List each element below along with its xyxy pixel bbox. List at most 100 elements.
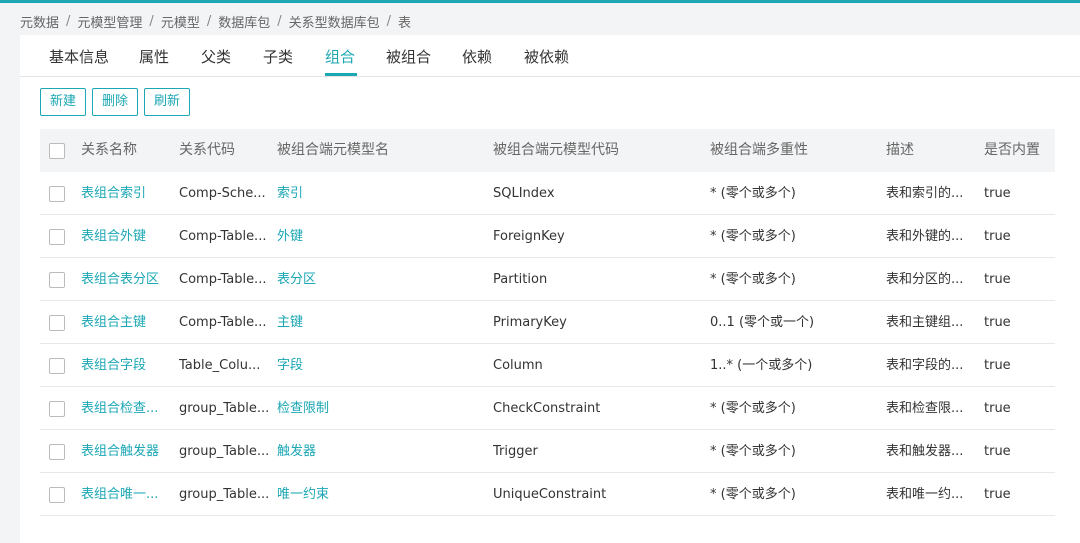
table-row[interactable]: 表组合表分区 Comp-Table... 表分区 Partition * (零个或多个)… (40, 258, 1055, 301)
header-multiplicity: 被组合端多重性 (710, 142, 808, 158)
target-model-name-link[interactable]: 触发器 (277, 430, 477, 473)
multiplicity: 1..* (一个或多个) (710, 358, 813, 373)
relation-name-link[interactable]: 表组合检查... (81, 387, 171, 430)
header-target-model-name: 被组合端元模型名 (277, 142, 389, 158)
builtin-flag: true (984, 358, 1011, 373)
header-target-model-code: 被组合端元模型代码 (493, 142, 619, 158)
description: 表和唯一约... (886, 487, 964, 502)
multiplicity: * (零个或多个) (710, 186, 796, 201)
header-relation-code: 关系代码 (179, 142, 235, 158)
delete-button[interactable]: 删除 (92, 88, 139, 116)
relation-code: group_Table... (179, 487, 269, 502)
relation-name-link[interactable]: 表组合唯一... (81, 473, 171, 516)
table-header-row: 关系名称 关系代码 被组合端元模型名 被组合端元模型代码 被组合端多重性 描述 … (40, 129, 1055, 172)
tab-dependency[interactable]: 依赖 (462, 46, 492, 67)
description: 表和索引的... (886, 186, 964, 201)
row-checkbox[interactable] (49, 444, 65, 460)
breadcrumb-separator: / (149, 13, 154, 29)
new-button[interactable]: 新建 (40, 88, 87, 116)
builtin-flag: true (984, 229, 1011, 244)
relation-name-link[interactable]: 表组合索引 (81, 172, 171, 215)
table-row[interactable]: 表组合检查... group_Table... 检查限制 CheckConstrain… (40, 387, 1055, 430)
tab-bar: 基本信息 属性 父类 子类 组合 被组合 依赖 被依赖 (20, 35, 1080, 77)
relation-name-link[interactable]: 表组合主键 (81, 301, 171, 344)
description: 表和分区的... (886, 272, 964, 287)
tab-depended-by[interactable]: 被依赖 (524, 46, 569, 67)
breadcrumb-item-rel-db-package[interactable]: 关系型数据库包 (289, 12, 380, 31)
tab-basic-info[interactable]: 基本信息 (49, 46, 109, 67)
row-checkbox[interactable] (49, 358, 65, 374)
row-checkbox[interactable] (49, 401, 65, 417)
breadcrumb-separator: / (206, 13, 212, 29)
relation-code: Comp-Table... (179, 315, 267, 330)
breadcrumb-item-metadata[interactable]: 元数据 (20, 12, 59, 31)
breadcrumb-item-metamodel-mgmt[interactable]: 元模型管理 (77, 12, 142, 31)
description: 表和主键组... (886, 315, 964, 330)
target-model-code: Trigger (493, 444, 538, 459)
target-model-name-link[interactable]: 索引 (277, 172, 477, 215)
description: 表和字段的... (886, 358, 964, 373)
target-model-name-link[interactable]: 字段 (277, 344, 477, 387)
table-row[interactable]: 表组合唯一... group_Table... 唯一约束 UniqueConstrai… (40, 473, 1055, 516)
composition-table: 关系名称 关系代码 被组合端元模型名 被组合端元模型代码 被组合端多重性 描述 … (40, 129, 1055, 516)
description: 表和触发器... (886, 444, 964, 459)
table-row[interactable]: 表组合外键 Comp-Table... 外键 ForeignKey * (零个或多个) 表… (40, 215, 1055, 258)
table-row[interactable]: 表组合触发器 group_Table... 触发器 Trigger * (零个或多个) 表… (40, 430, 1055, 473)
description: 表和外键的... (886, 229, 964, 244)
relation-code: Table_Colu... (179, 358, 261, 373)
row-checkbox[interactable] (49, 272, 65, 288)
target-model-code: Partition (493, 272, 548, 287)
builtin-flag: true (984, 315, 1011, 330)
target-model-name-link[interactable]: 主键 (277, 301, 477, 344)
breadcrumb-item-metamodel[interactable]: 元模型 (161, 12, 200, 31)
tab-composition[interactable]: 组合 (325, 46, 355, 67)
builtin-flag: true (984, 401, 1011, 416)
relation-name-link[interactable]: 表组合外键 (81, 215, 171, 258)
multiplicity: 0..1 (零个或一个) (710, 315, 815, 330)
builtin-flag: true (984, 444, 1011, 459)
table-row[interactable]: 表组合主键 Comp-Table... 主键 PrimaryKey 0..1 (零个或一… (40, 301, 1055, 344)
target-model-name-link[interactable]: 检查限制 (277, 387, 477, 430)
relation-code: Comp-Table... (179, 272, 267, 287)
toolbar: 新建 删除 刷新 (40, 88, 191, 116)
row-checkbox[interactable] (49, 186, 65, 202)
select-all-checkbox[interactable] (49, 143, 65, 159)
target-model-code: ForeignKey (493, 229, 565, 244)
row-checkbox[interactable] (49, 229, 65, 245)
target-model-name-link[interactable]: 外键 (277, 215, 477, 258)
target-model-code: SQLIndex (493, 186, 555, 201)
target-model-code: PrimaryKey (493, 315, 567, 330)
tab-parent-class[interactable]: 父类 (201, 46, 231, 67)
tab-composed-by[interactable]: 被组合 (386, 46, 431, 67)
builtin-flag: true (984, 272, 1011, 287)
multiplicity: * (零个或多个) (710, 444, 796, 459)
relation-code: group_Table... (179, 401, 269, 416)
breadcrumb-item-db-package[interactable]: 数据库包 (218, 12, 270, 31)
relation-code: Comp-Table... (179, 229, 267, 244)
header-builtin: 是否内置 (984, 142, 1040, 158)
top-accent-line (0, 0, 1080, 3)
relation-name-link[interactable]: 表组合字段 (81, 344, 171, 387)
row-checkbox[interactable] (49, 487, 65, 503)
content-panel: 基本信息 属性 父类 子类 组合 被组合 依赖 被依赖 新建 删除 刷新 关系名… (20, 35, 1080, 543)
breadcrumb-separator: / (66, 13, 71, 29)
tab-attributes[interactable]: 属性 (139, 46, 169, 67)
relation-name-link[interactable]: 表组合触发器 (81, 430, 171, 473)
target-model-name-link[interactable]: 表分区 (277, 258, 477, 301)
header-description: 描述 (886, 142, 914, 158)
row-checkbox[interactable] (49, 315, 65, 331)
relation-code: Comp-Sche... (179, 186, 266, 201)
relation-code: group_Table... (179, 444, 269, 459)
refresh-button[interactable]: 刷新 (144, 88, 191, 116)
table-row[interactable]: 表组合字段 Table_Colu... 字段 Column 1..* (一个或多个) 表和… (40, 344, 1055, 387)
multiplicity: * (零个或多个) (710, 487, 796, 502)
description: 表和检查限... (886, 401, 964, 416)
multiplicity: * (零个或多个) (710, 229, 796, 244)
target-model-code: Column (493, 358, 543, 373)
relation-name-link[interactable]: 表组合表分区 (81, 258, 171, 301)
breadcrumb-separator: / (277, 13, 282, 29)
table-row[interactable]: 表组合索引 Comp-Sche... 索引 SQLIndex * (零个或多个) 表和索引… (40, 172, 1055, 215)
target-model-code: UniqueConstraint (493, 487, 607, 502)
target-model-name-link[interactable]: 唯一约束 (277, 473, 477, 516)
tab-subclass[interactable]: 子类 (263, 46, 293, 67)
